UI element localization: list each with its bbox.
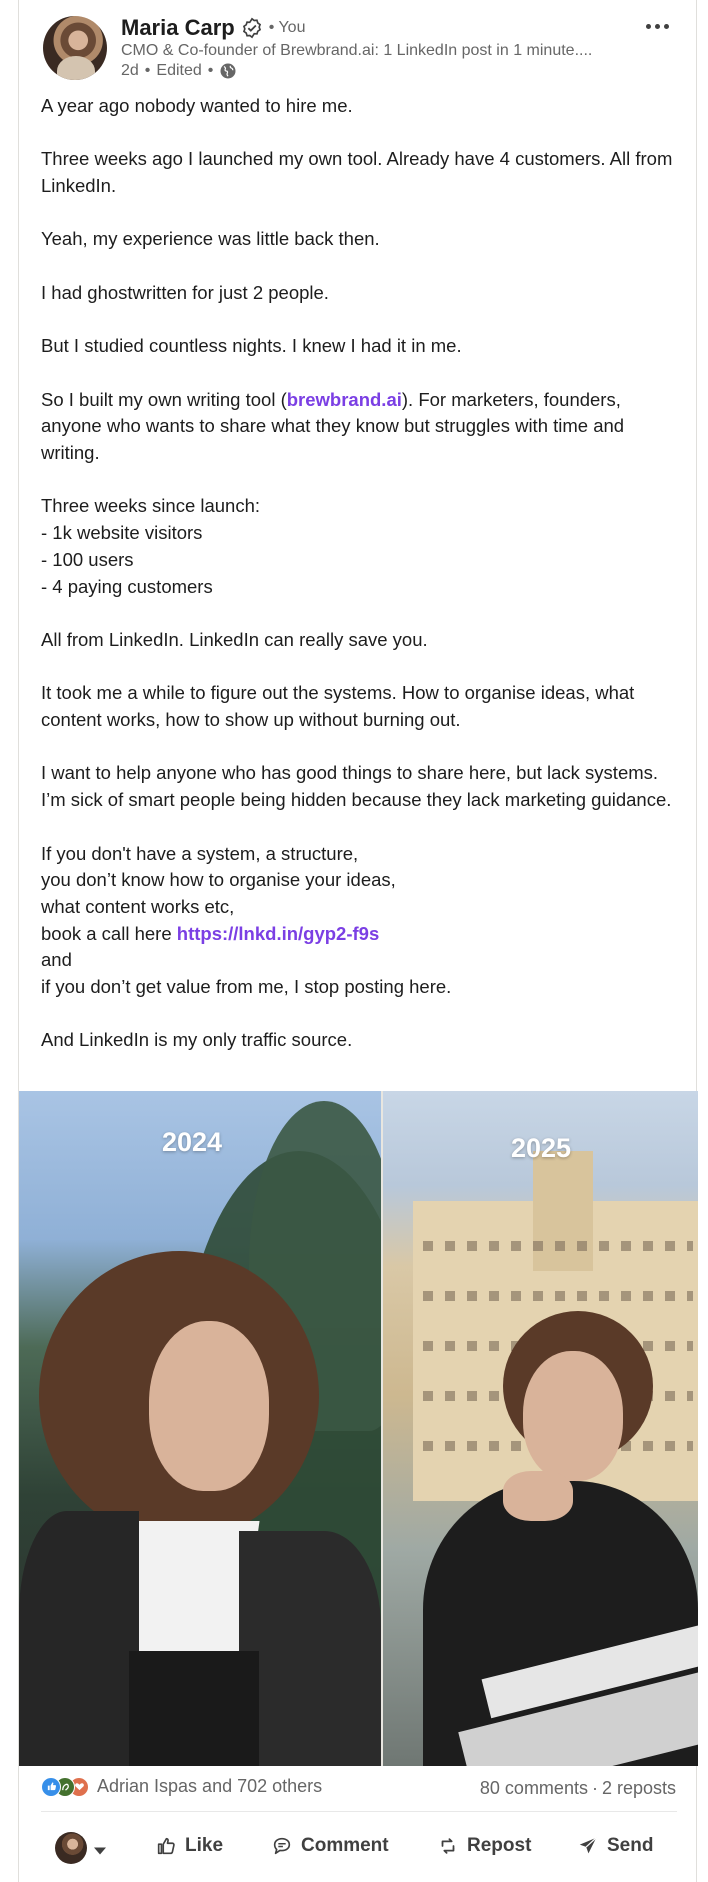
photo-2024 [19,1091,419,1766]
photo-2025 [383,1091,698,1766]
reactions-count[interactable]: Adrian Ispas and 702 others [97,1776,322,1797]
post-line: book a call here https://lnkd.in/gyp2-f9… [41,921,681,948]
year-label-2025: 2025 [511,1133,572,1163]
reposts-count[interactable]: 2 reposts [602,1778,676,1798]
post-line: - 4 paying customers [41,575,213,597]
divider [41,1811,677,1812]
post-line: - 100 users [41,548,134,570]
post-header: Maria Carp • You CMO & Co-founder of Bre… [19,0,698,90]
post-paragraph: I had ghostwritten for just 2 people. [41,281,329,303]
post-line: you don’t know how to organise your idea… [41,869,396,891]
author-name[interactable]: Maria Carp [121,15,235,41]
comment-button[interactable]: Comment [271,1835,389,1857]
tower-shape [533,1151,593,1271]
sweater-shape [129,1651,259,1766]
post-paragraph: But I studied countless nights. I knew I… [41,335,462,357]
post-paragraph: A year ago nobody wanted to hire me. [41,95,353,116]
post-paragraph: I want to help anyone who has good thing… [41,762,672,811]
post-line: Three weeks since launch: [41,495,261,517]
repost-label: Repost [467,1835,532,1856]
post-paragraph: Yeah, my experience was little back then… [41,228,380,250]
post-line: if you don’t get value from me, I stop p… [41,976,452,998]
globe-icon [219,62,237,80]
you-tag: • You [268,19,306,36]
reactions-summary[interactable]: Adrian Ispas and 702 others [41,1776,322,1797]
brewbrand-link[interactable]: brewbrand.ai [287,389,402,410]
send-icon [579,1837,597,1854]
like-reaction-icon [41,1776,61,1797]
dot [663,23,669,29]
post-time: 2d [121,62,139,79]
post-line: and [41,949,72,971]
like-button[interactable]: Like [155,1835,223,1857]
dot [645,23,651,29]
repost-icon [441,1838,455,1854]
meta-dot: • [144,62,151,79]
post-line: If you don't have a system, a structure, [41,842,359,864]
thumbs-up-icon [157,1837,175,1855]
count-separator: · [591,1778,598,1798]
post-line: - 1k website visitors [41,522,203,544]
comment-label: Comment [301,1835,389,1856]
send-label: Send [607,1835,654,1856]
window-row [423,1241,693,1251]
actor-switcher[interactable] [55,1832,107,1864]
year-label-2024: 2024 [162,1127,223,1157]
more-options-button[interactable] [642,16,672,36]
post-paragraph: It took me a while to figure out the sys… [41,682,635,731]
jacket-shape [19,1511,139,1766]
face-shape [149,1321,269,1491]
author-avatar[interactable] [43,16,107,80]
dot [654,23,660,29]
like-label: Like [185,1835,224,1856]
post-line: what content works etc, [41,895,235,917]
send-button[interactable]: Send [577,1835,653,1857]
comments-count[interactable]: 80 comments [480,1778,588,1798]
post-paragraph: So I built my own writing tool (brewbran… [41,387,681,467]
post-meta: 2d • Edited • [121,62,237,80]
repost-button[interactable]: Repost [437,1835,531,1857]
jacket-shape [239,1531,381,1766]
face-shape [523,1351,623,1481]
window-row [423,1291,693,1301]
author-headline: CMO & Co-founder of Brewbrand.ai: 1 Link… [121,42,593,59]
edited-label: Edited [156,62,202,79]
verified-badge-icon [241,17,263,39]
post-body: A year ago nobody wanted to hire me. Thr… [41,93,681,1054]
caret-down-icon [93,1843,107,1855]
actor-avatar [55,1832,87,1864]
post-card: Maria Carp • You CMO & Co-founder of Bre… [18,0,698,1882]
action-bar: Like Comment Repost Send [19,1823,698,1873]
comment-icon [273,1837,291,1855]
booking-link[interactable]: https://lnkd.in/gyp2-f9s [177,923,379,944]
author-line: Maria Carp • You [121,15,305,41]
hand-shape [503,1471,573,1521]
engagement-counts: 80 comments · 2 reposts [480,1778,676,1799]
post-paragraph: Three weeks ago I launched my own tool. … [41,148,673,197]
meta-dot: • [207,62,214,79]
post-image[interactable]: 2024 2025 [19,1091,698,1766]
post-paragraph: All from LinkedIn. LinkedIn can really s… [41,628,428,650]
text-span: So I built my own writing tool ( [41,388,287,410]
post-paragraph: And LinkedIn is my only traffic source. [41,1029,353,1051]
text-span: book a call here [41,922,177,944]
social-counts: Adrian Ispas and 702 others 80 comments ·… [19,1766,698,1810]
